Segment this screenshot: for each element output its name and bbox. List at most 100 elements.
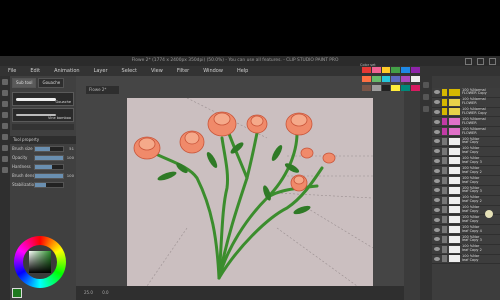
- eye-icon[interactable]: [434, 237, 440, 242]
- menu-window[interactable]: Window: [195, 66, 229, 76]
- layer-row[interactable]: 100 %Nor leaf Copy 2: [432, 196, 500, 206]
- eye-icon[interactable]: [434, 129, 440, 134]
- color-swatch[interactable]: [362, 76, 371, 82]
- navigator-icon[interactable]: [423, 106, 429, 112]
- prop-slider[interactable]: [34, 181, 64, 188]
- color-swatch[interactable]: [381, 76, 391, 82]
- prop-row[interactable]: Stabilization: [10, 180, 76, 189]
- layer-row[interactable]: 100 %Nor leaf Copy 2: [432, 245, 500, 255]
- color-swatch[interactable]: [371, 76, 381, 82]
- tab-gouache[interactable]: Gouache: [38, 78, 65, 88]
- brush-tool-icon[interactable]: [2, 123, 8, 129]
- canvas[interactable]: [127, 98, 373, 286]
- eye-icon[interactable]: [434, 227, 440, 232]
- layer-row[interactable]: 100 %Nor leaf Copy: [432, 176, 500, 186]
- eye-icon[interactable]: [434, 139, 440, 144]
- eye-icon[interactable]: [434, 198, 440, 203]
- menu-view[interactable]: View: [143, 66, 169, 76]
- sub-tool-item-gouache[interactable]: Gouache: [12, 92, 74, 106]
- menu-select[interactable]: Select: [114, 66, 143, 76]
- layer-row[interactable]: 100 %Nor leaf Copy: [432, 147, 500, 157]
- layer-row[interactable]: 100 %Normal FLOWER: [432, 117, 500, 128]
- layer-row[interactable]: 100 %Nor leaf Copy 3: [432, 186, 500, 196]
- prop-row[interactable]: Brush density 100: [10, 171, 76, 180]
- layer-row[interactable]: 100 %Nor leaf Copy: [432, 254, 500, 265]
- color-swatch[interactable]: [381, 85, 391, 91]
- eye-icon[interactable]: [434, 100, 440, 105]
- eye-icon[interactable]: [434, 90, 440, 95]
- layer-row[interactable]: 100 %Nor leaf Copy: [432, 137, 500, 147]
- eye-icon[interactable]: [434, 149, 440, 154]
- layer-row[interactable]: 100 %Normal FLOWER Copy: [432, 107, 500, 118]
- color-swatch[interactable]: [411, 76, 420, 82]
- eye-icon[interactable]: [434, 188, 440, 193]
- layer-row[interactable]: 100 %Normal FLOWER: [432, 127, 500, 137]
- eye-icon[interactable]: [434, 158, 440, 163]
- color-swatch[interactable]: [401, 85, 411, 91]
- layer-row[interactable]: 100 %Nor leaf Copy 2: [432, 166, 500, 177]
- color-swatch[interactable]: [411, 85, 420, 91]
- color-swatch[interactable]: [401, 67, 411, 73]
- color-swatch[interactable]: [371, 85, 381, 91]
- layer-scrollbar-thumb[interactable]: [485, 210, 493, 218]
- tab-sub-tool[interactable]: Sub tool: [12, 78, 37, 88]
- menu-filter[interactable]: Filter: [169, 66, 195, 76]
- prop-row[interactable]: Hardness: [10, 162, 76, 171]
- sub-tool-item-vine-bamboo[interactable]: Vine bamboo: [12, 108, 74, 122]
- minimize-icon[interactable]: [465, 58, 472, 65]
- menu-animation[interactable]: Animation: [46, 66, 86, 76]
- color-swatch[interactable]: [362, 85, 371, 91]
- color-swatch[interactable]: [401, 76, 411, 82]
- layer-row[interactable]: 100 %Nor leaf Copy 4: [432, 225, 500, 235]
- prop-slider[interactable]: [34, 172, 64, 179]
- prop-row[interactable]: Brush size 51: [10, 144, 76, 153]
- menu-layer[interactable]: Layer: [86, 66, 114, 76]
- layer-row[interactable]: 100 %Normal FLOWER: [432, 98, 500, 108]
- prop-row[interactable]: Opacity 100: [10, 153, 76, 162]
- eye-icon[interactable]: [434, 217, 440, 222]
- layer-row[interactable]: 100 %Nor leaf Copy 3: [432, 156, 500, 167]
- menu-help[interactable]: Help: [229, 66, 254, 76]
- prop-slider[interactable]: [34, 163, 64, 170]
- layer-property-icon[interactable]: [423, 82, 429, 88]
- zoom-tool-icon[interactable]: [2, 79, 8, 85]
- eye-icon[interactable]: [434, 168, 440, 173]
- maximize-icon[interactable]: [477, 58, 484, 65]
- color-swatch[interactable]: [371, 67, 381, 73]
- foreground-color-swatch[interactable]: [12, 288, 22, 298]
- layer-row[interactable]: 100 %Normal FLOWER Copy: [432, 88, 500, 98]
- color-swatch[interactable]: [391, 76, 401, 82]
- prop-slider[interactable]: [34, 154, 64, 161]
- layer-search-icon[interactable]: [423, 94, 429, 100]
- menu-file[interactable]: File: [0, 66, 22, 76]
- eye-icon[interactable]: [434, 109, 440, 114]
- move-tool-icon[interactable]: [2, 90, 8, 96]
- color-swatch[interactable]: [411, 67, 420, 73]
- close-icon[interactable]: [489, 58, 496, 65]
- color-swatch[interactable]: [362, 67, 371, 73]
- add-sub-tool-button[interactable]: [12, 124, 74, 130]
- document-tab[interactable]: Flowe 2*: [86, 86, 119, 94]
- layer-color-tag: [442, 235, 447, 243]
- layer-row[interactable]: 100 %Nor leaf Copy 3: [432, 235, 500, 245]
- eye-icon[interactable]: [434, 247, 440, 252]
- select-tool-icon[interactable]: [2, 101, 8, 107]
- fill-tool-icon[interactable]: [2, 145, 8, 151]
- eraser-tool-icon[interactable]: [2, 134, 8, 140]
- eye-icon[interactable]: [434, 207, 440, 212]
- pen-tool-icon[interactable]: [2, 112, 8, 118]
- eye-icon[interactable]: [434, 256, 440, 261]
- prop-slider[interactable]: [34, 145, 64, 152]
- eye-icon[interactable]: [434, 178, 440, 183]
- saturation-value-square[interactable]: [29, 251, 51, 273]
- eye-icon[interactable]: [434, 119, 440, 124]
- angle-value[interactable]: 0.0: [102, 290, 108, 295]
- color-swatch[interactable]: [391, 67, 401, 73]
- color-wheel[interactable]: [14, 236, 66, 288]
- text-tool-icon[interactable]: [2, 156, 8, 162]
- shape-tool-icon[interactable]: [2, 167, 8, 173]
- menu-edit[interactable]: Edit: [22, 66, 46, 76]
- color-swatch[interactable]: [391, 85, 401, 91]
- zoom-value[interactable]: 25.0: [84, 290, 93, 295]
- color-swatch[interactable]: [381, 67, 391, 73]
